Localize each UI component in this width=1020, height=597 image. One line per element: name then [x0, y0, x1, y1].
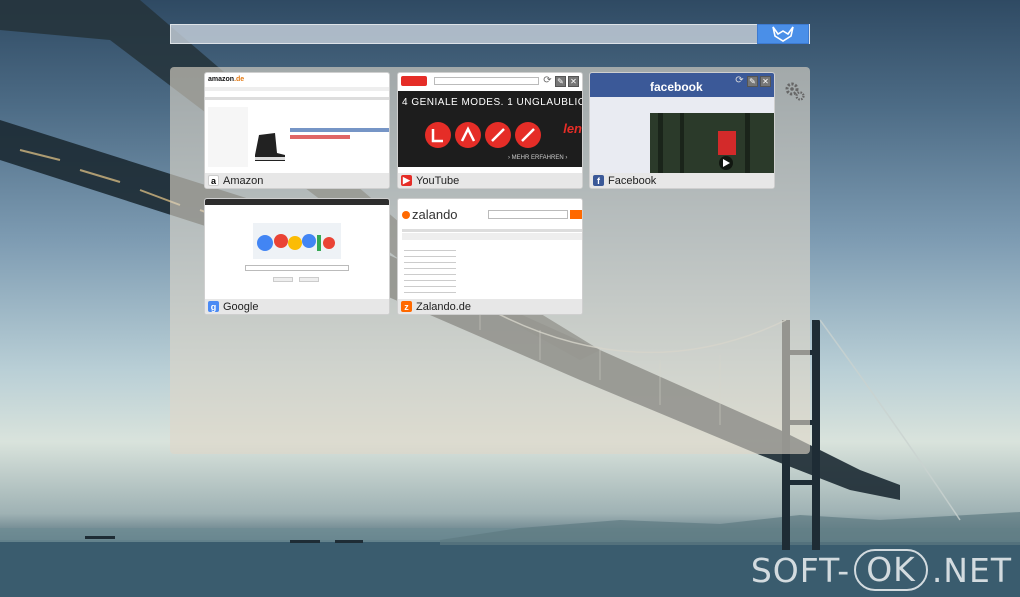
facebook-thumbnail: facebook [590, 73, 774, 173]
tile-title: Google [223, 300, 259, 313]
tile-google[interactable]: g Google [204, 198, 390, 315]
close-icon[interactable]: ✕ [760, 76, 771, 87]
fox-logo-icon [772, 26, 794, 42]
facebook-logo-text: facebook [650, 80, 703, 94]
tile-label: ▶ YouTube [398, 173, 582, 188]
zalando-thumbnail: zalando [398, 199, 582, 299]
youtube-ad-cta: › MEHR ERFAHREN › [508, 155, 568, 161]
search-button[interactable] [757, 24, 809, 44]
tile-toolbar: ⟳ ✎ ✕ [734, 76, 771, 87]
youtube-ad-brand: len [563, 121, 582, 136]
watermark-right: .NET [931, 550, 1012, 590]
tile-title: Facebook [608, 174, 657, 187]
tile-label: a Amazon [205, 173, 389, 188]
edit-icon[interactable]: ✎ [747, 76, 758, 87]
amazon-favicon-icon: a [208, 175, 219, 186]
amazon-thumbnail: amazon.de [205, 73, 389, 173]
edit-icon[interactable]: ✎ [555, 76, 566, 87]
tile-toolbar: ⟳ ✎ ✕ [542, 76, 579, 87]
watermark-mid: OK [854, 549, 928, 591]
tile-youtube[interactable]: 4 GENIALE MODES. 1 UNGLAUBLIC len › MEHR… [397, 72, 583, 189]
tile-title: Zalando.de [416, 300, 472, 313]
zalando-favicon-icon: z [401, 301, 412, 312]
tile-zalando[interactable]: zalando z Zalando.de [397, 198, 583, 315]
google-favicon-icon: g [208, 301, 219, 312]
youtube-favicon-icon: ▶ [401, 175, 412, 186]
close-icon[interactable]: ✕ [568, 76, 579, 87]
watermark: SOFT- OK .NET [751, 549, 1012, 591]
tile-title: YouTube [416, 174, 460, 187]
refresh-icon[interactable]: ⟳ [542, 76, 553, 87]
facebook-favicon-icon: f [593, 175, 604, 186]
youtube-thumbnail: 4 GENIALE MODES. 1 UNGLAUBLIC len › MEHR… [398, 73, 582, 173]
google-thumbnail [205, 199, 389, 299]
settings-gear-icon[interactable] [784, 80, 806, 102]
tile-amazon[interactable]: amazon.de a Amazon [204, 72, 390, 189]
refresh-icon[interactable]: ⟳ [734, 76, 745, 87]
tile-facebook[interactable]: facebook ⟳ ✎ ✕ f Facebook [589, 72, 775, 189]
tile-label: f Facebook [590, 173, 774, 188]
youtube-promo-text: 4 GENIALE MODES. 1 UNGLAUBLIC [402, 97, 582, 108]
search-bar [170, 24, 810, 44]
search-input[interactable] [171, 25, 759, 43]
tile-label: g Google [205, 299, 389, 314]
zalando-logo-text: zalando [412, 207, 458, 222]
tile-title: Amazon [223, 174, 264, 187]
tile-label: z Zalando.de [398, 299, 582, 314]
watermark-left: SOFT- [750, 550, 851, 590]
